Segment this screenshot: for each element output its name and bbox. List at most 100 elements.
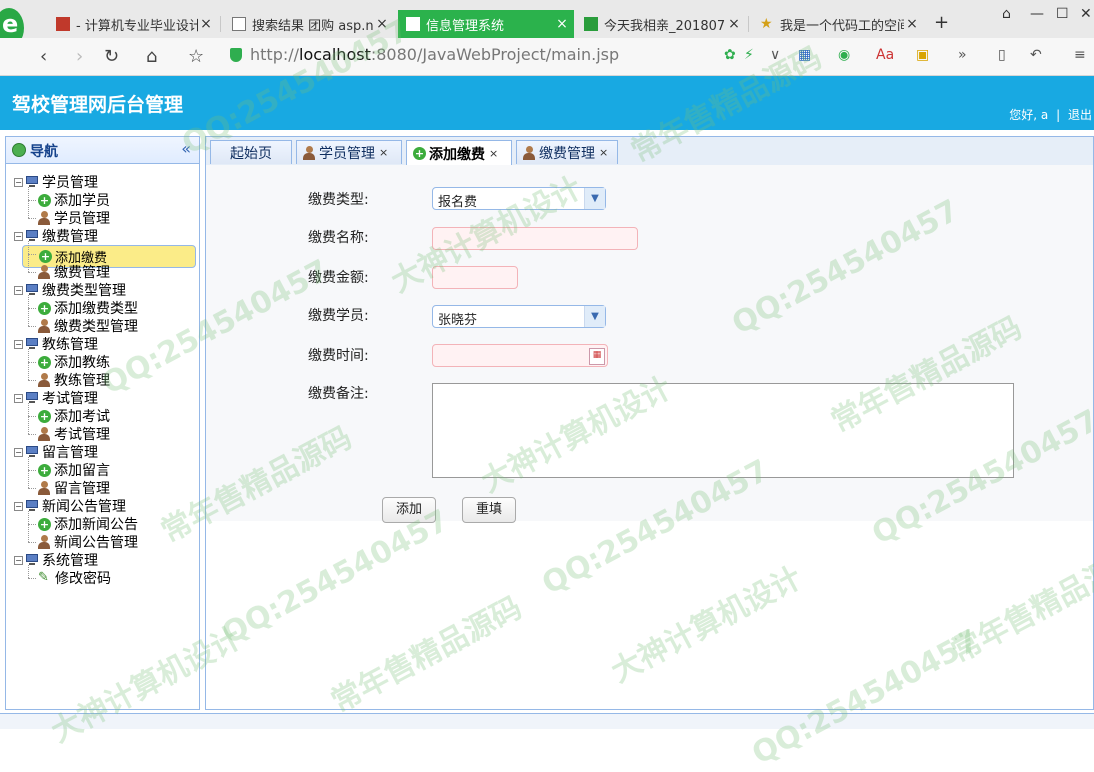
user-icon: [38, 319, 50, 333]
nav-item[interactable]: ✎ 修改密码: [38, 569, 111, 588]
browser-tab-1[interactable]: - 计算机专业毕业设计 ×: [48, 10, 218, 38]
nav-group[interactable]: − 考试管理: [14, 389, 98, 407]
nav-item[interactable]: 缴费管理: [38, 263, 110, 281]
browser-tab-2[interactable]: 搜索结果 团购 asp.ne ×: [224, 10, 394, 38]
forward-icon[interactable]: ›: [76, 46, 83, 67]
close-icon[interactable]: ×: [379, 146, 388, 159]
tree-connector: [28, 254, 36, 255]
nav-item[interactable]: 缴费类型管理: [38, 317, 138, 335]
undo-icon[interactable]: ↶: [1030, 47, 1042, 63]
nav-item-label: 考试管理: [54, 427, 110, 443]
collapse-toggle-icon[interactable]: −: [14, 555, 23, 565]
close-icon[interactable]: ×: [489, 147, 498, 160]
reload-icon[interactable]: ↻: [104, 46, 119, 67]
collapse-toggle-icon[interactable]: −: [14, 285, 23, 295]
tab-add-fee[interactable]: + 添加缴费 ×: [406, 140, 512, 166]
fee-amount-input[interactable]: [432, 266, 518, 289]
browser-tab-4[interactable]: 今天我相亲_2018072 ×: [576, 10, 746, 38]
favorite-star-icon[interactable]: ☆: [188, 46, 204, 67]
more-icon[interactable]: »: [958, 47, 967, 63]
close-icon[interactable]: ×: [599, 146, 608, 159]
collapse-icon[interactable]: «: [181, 139, 191, 158]
nav-group[interactable]: − 系统管理: [14, 551, 98, 569]
nav-item[interactable]: 新闻公告管理: [38, 533, 138, 551]
nav-item[interactable]: 教练管理: [38, 371, 110, 389]
apps-grid-icon[interactable]: ▦: [798, 47, 811, 63]
url-path: :8080/JavaWebProject/main.jsp: [370, 45, 620, 64]
address-bar[interactable]: http://localhost:8080/JavaWebProject/mai…: [250, 45, 619, 64]
chevron-down-icon[interactable]: ▼: [584, 188, 605, 209]
dropdown-icon[interactable]: ∨: [770, 47, 780, 63]
nav-item[interactable]: + 添加教练: [38, 353, 110, 371]
user-icon: [38, 427, 50, 441]
add-button[interactable]: 添加: [382, 497, 436, 523]
close-icon[interactable]: ×: [374, 16, 390, 32]
nav-item[interactable]: 考试管理: [38, 425, 110, 443]
currency-icon[interactable]: ◉: [838, 47, 850, 63]
nav-group[interactable]: − 留言管理: [14, 443, 98, 461]
logout-link[interactable]: 退出: [1068, 108, 1092, 122]
back-icon[interactable]: ‹: [40, 46, 47, 67]
user-icon: [303, 145, 315, 160]
add-icon: +: [39, 250, 52, 263]
nav-item[interactable]: + 添加学员: [38, 191, 110, 209]
fee-amount-label: 缴费金额:: [308, 270, 369, 286]
collapse-toggle-icon[interactable]: −: [14, 447, 23, 457]
reset-button[interactable]: 重填: [462, 497, 516, 523]
browser-tab-5[interactable]: ★ 我是一个代码工的空间 ×: [752, 10, 924, 38]
home-icon[interactable]: ⌂: [146, 46, 157, 67]
phone-icon[interactable]: ▯: [998, 47, 1006, 63]
nav-group[interactable]: − 缴费类型管理: [14, 281, 126, 299]
speed-icon[interactable]: ✿: [724, 47, 736, 63]
tab-fee-management[interactable]: 缴费管理 ×: [516, 140, 618, 164]
minimize-icon[interactable]: —: [1030, 6, 1044, 22]
tab-student-management[interactable]: 学员管理 ×: [296, 140, 402, 164]
close-window-icon[interactable]: ✕: [1080, 6, 1092, 22]
new-tab-button[interactable]: +: [934, 12, 949, 33]
tab-label: 缴费管理: [539, 145, 595, 162]
add-icon: +: [38, 463, 51, 477]
chevron-down-icon[interactable]: ▼: [584, 306, 605, 327]
shirt-icon[interactable]: ⌂: [1002, 6, 1011, 22]
maximize-icon[interactable]: ☐: [1056, 6, 1069, 22]
translate-icon[interactable]: Aa: [876, 47, 894, 63]
nav-item[interactable]: + 添加考试: [38, 407, 110, 425]
nav-item[interactable]: + 添加新闻公告: [38, 515, 138, 533]
user-icon: [38, 535, 50, 549]
nav-group[interactable]: − 新闻公告管理: [14, 497, 126, 515]
close-icon[interactable]: ×: [554, 16, 570, 32]
nav-group[interactable]: − 教练管理: [14, 335, 98, 353]
nav-item[interactable]: 留言管理: [38, 479, 110, 497]
lightning-icon[interactable]: ⚡: [744, 47, 754, 63]
collapse-toggle-icon[interactable]: −: [14, 339, 23, 349]
close-icon[interactable]: ×: [726, 16, 742, 32]
close-icon[interactable]: ×: [198, 16, 214, 32]
clipboard-icon[interactable]: ▣: [916, 47, 929, 63]
fee-note-textarea[interactable]: [432, 383, 1014, 478]
collapse-toggle-icon[interactable]: −: [14, 231, 23, 241]
fee-student-label: 缴费学员:: [308, 308, 369, 324]
collapse-toggle-icon[interactable]: −: [14, 501, 23, 511]
calendar-icon[interactable]: ▦: [589, 348, 605, 365]
fee-student-select[interactable]: 张晓芬 ▼: [432, 305, 606, 328]
nav-item[interactable]: + 添加留言: [38, 461, 110, 479]
browser-tab-3[interactable]: 信息管理系统 ×: [398, 10, 574, 38]
nav-item[interactable]: 学员管理: [38, 209, 110, 227]
close-icon[interactable]: ×: [904, 16, 920, 32]
fee-type-select[interactable]: 报名费 ▼: [432, 187, 606, 210]
browser-tab-title: 搜索结果 团购 asp.ne: [252, 18, 374, 34]
nav-group-label: 学员管理: [42, 175, 98, 191]
nav-group[interactable]: − 缴费管理: [14, 227, 98, 245]
collapse-toggle-icon[interactable]: −: [14, 393, 23, 403]
nav-group[interactable]: − 学员管理: [14, 173, 98, 191]
browser-logo-letter: e: [2, 10, 19, 38]
nav-item-label: 添加教练: [54, 355, 110, 371]
user-icon: [38, 373, 50, 387]
collapse-toggle-icon[interactable]: −: [14, 177, 23, 187]
fee-time-input[interactable]: ▦: [432, 344, 608, 367]
tab-home[interactable]: 起始页: [210, 140, 292, 164]
fee-name-input[interactable]: [432, 227, 638, 250]
nav-item[interactable]: + 添加缴费类型: [38, 299, 138, 317]
menu-icon[interactable]: ≡: [1074, 47, 1086, 63]
nav-panel-header: 导航 «: [6, 137, 199, 164]
